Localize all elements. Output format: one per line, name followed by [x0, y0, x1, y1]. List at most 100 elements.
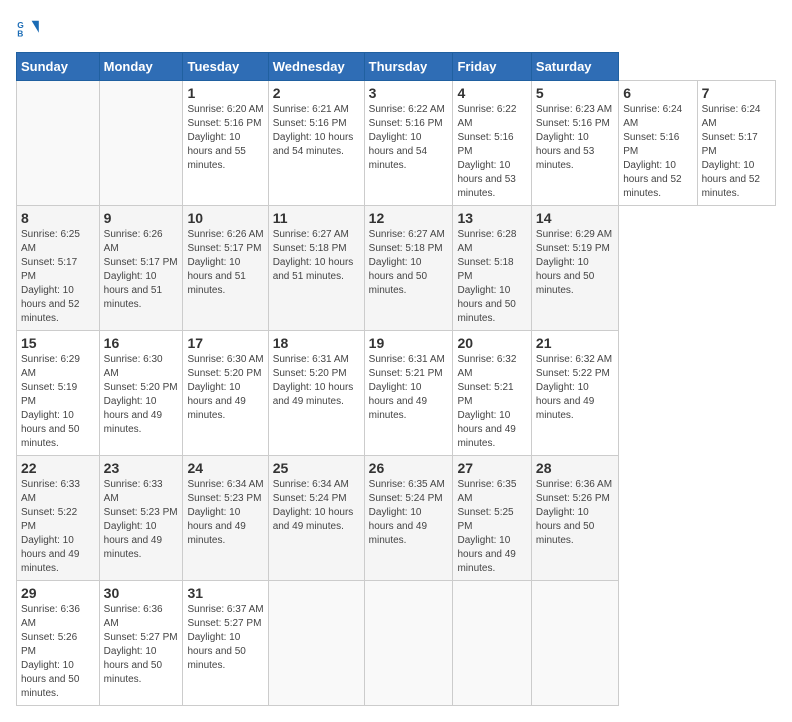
day-number: 10	[187, 210, 263, 226]
day-number: 9	[104, 210, 179, 226]
day-number: 3	[369, 85, 449, 101]
day-number: 4	[457, 85, 526, 101]
day-info: Sunrise: 6:35 AM Sunset: 5:24 PM Dayligh…	[369, 478, 449, 548]
day-number: 26	[369, 460, 449, 476]
week-row-1: 1 Sunrise: 6:20 AM Sunset: 5:16 PM Dayli…	[17, 81, 776, 206]
day-info: Sunrise: 6:23 AM Sunset: 5:16 PM Dayligh…	[536, 103, 614, 173]
header-cell-thursday: Thursday	[364, 53, 453, 81]
day-number: 11	[273, 210, 360, 226]
day-number: 17	[187, 335, 263, 351]
day-info: Sunrise: 6:31 AM Sunset: 5:21 PM Dayligh…	[369, 353, 449, 423]
calendar-cell: 21 Sunrise: 6:32 AM Sunset: 5:22 PM Dayl…	[531, 331, 618, 456]
day-info: Sunrise: 6:25 AM Sunset: 5:17 PM Dayligh…	[21, 228, 95, 326]
calendar-cell: 27 Sunrise: 6:35 AM Sunset: 5:25 PM Dayl…	[453, 456, 531, 581]
day-number: 24	[187, 460, 263, 476]
header-cell-friday: Friday	[453, 53, 531, 81]
day-number: 2	[273, 85, 360, 101]
calendar-cell	[17, 81, 100, 206]
header-cell-monday: Monday	[99, 53, 183, 81]
calendar-cell: 24 Sunrise: 6:34 AM Sunset: 5:23 PM Dayl…	[183, 456, 268, 581]
day-number: 1	[187, 85, 263, 101]
day-number: 20	[457, 335, 526, 351]
calendar-cell: 15 Sunrise: 6:29 AM Sunset: 5:19 PM Dayl…	[17, 331, 100, 456]
calendar-cell: 18 Sunrise: 6:31 AM Sunset: 5:20 PM Dayl…	[268, 331, 364, 456]
calendar-cell: 31 Sunrise: 6:37 AM Sunset: 5:27 PM Dayl…	[183, 581, 268, 706]
day-number: 12	[369, 210, 449, 226]
calendar-cell: 9 Sunrise: 6:26 AM Sunset: 5:17 PM Dayli…	[99, 206, 183, 331]
calendar-cell: 13 Sunrise: 6:28 AM Sunset: 5:18 PM Dayl…	[453, 206, 531, 331]
calendar-cell: 3 Sunrise: 6:22 AM Sunset: 5:16 PM Dayli…	[364, 81, 453, 206]
calendar-cell: 8 Sunrise: 6:25 AM Sunset: 5:17 PM Dayli…	[17, 206, 100, 331]
page-header: G B	[16, 16, 776, 40]
calendar-cell: 25 Sunrise: 6:34 AM Sunset: 5:24 PM Dayl…	[268, 456, 364, 581]
day-info: Sunrise: 6:30 AM Sunset: 5:20 PM Dayligh…	[104, 353, 179, 437]
day-number: 28	[536, 460, 614, 476]
week-row-3: 15 Sunrise: 6:29 AM Sunset: 5:19 PM Dayl…	[17, 331, 776, 456]
day-info: Sunrise: 6:33 AM Sunset: 5:23 PM Dayligh…	[104, 478, 179, 562]
day-info: Sunrise: 6:33 AM Sunset: 5:22 PM Dayligh…	[21, 478, 95, 576]
calendar-cell: 19 Sunrise: 6:31 AM Sunset: 5:21 PM Dayl…	[364, 331, 453, 456]
day-number: 14	[536, 210, 614, 226]
day-number: 7	[702, 85, 771, 101]
day-info: Sunrise: 6:36 AM Sunset: 5:26 PM Dayligh…	[536, 478, 614, 548]
day-number: 29	[21, 585, 95, 601]
calendar-cell: 11 Sunrise: 6:27 AM Sunset: 5:18 PM Dayl…	[268, 206, 364, 331]
header-cell-wednesday: Wednesday	[268, 53, 364, 81]
calendar-cell: 4 Sunrise: 6:22 AM Sunset: 5:16 PM Dayli…	[453, 81, 531, 206]
day-info: Sunrise: 6:29 AM Sunset: 5:19 PM Dayligh…	[536, 228, 614, 298]
day-info: Sunrise: 6:27 AM Sunset: 5:18 PM Dayligh…	[273, 228, 360, 284]
svg-text:B: B	[17, 28, 23, 38]
day-info: Sunrise: 6:35 AM Sunset: 5:25 PM Dayligh…	[457, 478, 526, 576]
day-info: Sunrise: 6:37 AM Sunset: 5:27 PM Dayligh…	[187, 603, 263, 673]
day-info: Sunrise: 6:29 AM Sunset: 5:19 PM Dayligh…	[21, 353, 95, 451]
day-number: 27	[457, 460, 526, 476]
day-number: 21	[536, 335, 614, 351]
day-number: 25	[273, 460, 360, 476]
calendar-cell	[99, 81, 183, 206]
calendar-cell: 14 Sunrise: 6:29 AM Sunset: 5:19 PM Dayl…	[531, 206, 618, 331]
calendar-cell: 29 Sunrise: 6:36 AM Sunset: 5:26 PM Dayl…	[17, 581, 100, 706]
week-row-4: 22 Sunrise: 6:33 AM Sunset: 5:22 PM Dayl…	[17, 456, 776, 581]
day-number: 23	[104, 460, 179, 476]
logo-icon: G B	[16, 16, 40, 40]
day-number: 18	[273, 335, 360, 351]
day-info: Sunrise: 6:24 AM Sunset: 5:17 PM Dayligh…	[702, 103, 771, 201]
week-row-2: 8 Sunrise: 6:25 AM Sunset: 5:17 PM Dayli…	[17, 206, 776, 331]
day-number: 15	[21, 335, 95, 351]
calendar-cell: 30 Sunrise: 6:36 AM Sunset: 5:27 PM Dayl…	[99, 581, 183, 706]
calendar-cell: 1 Sunrise: 6:20 AM Sunset: 5:16 PM Dayli…	[183, 81, 268, 206]
day-info: Sunrise: 6:28 AM Sunset: 5:18 PM Dayligh…	[457, 228, 526, 326]
calendar-cell: 12 Sunrise: 6:27 AM Sunset: 5:18 PM Dayl…	[364, 206, 453, 331]
day-info: Sunrise: 6:24 AM Sunset: 5:16 PM Dayligh…	[623, 103, 692, 201]
day-info: Sunrise: 6:20 AM Sunset: 5:16 PM Dayligh…	[187, 103, 263, 173]
calendar-cell	[453, 581, 531, 706]
day-number: 22	[21, 460, 95, 476]
day-info: Sunrise: 6:22 AM Sunset: 5:16 PM Dayligh…	[457, 103, 526, 201]
calendar-cell: 26 Sunrise: 6:35 AM Sunset: 5:24 PM Dayl…	[364, 456, 453, 581]
calendar-cell: 10 Sunrise: 6:26 AM Sunset: 5:17 PM Dayl…	[183, 206, 268, 331]
calendar-cell: 23 Sunrise: 6:33 AM Sunset: 5:23 PM Dayl…	[99, 456, 183, 581]
logo: G B	[16, 16, 44, 40]
day-info: Sunrise: 6:32 AM Sunset: 5:21 PM Dayligh…	[457, 353, 526, 451]
day-info: Sunrise: 6:36 AM Sunset: 5:26 PM Dayligh…	[21, 603, 95, 701]
day-info: Sunrise: 6:31 AM Sunset: 5:20 PM Dayligh…	[273, 353, 360, 409]
day-number: 19	[369, 335, 449, 351]
header-cell-sunday: Sunday	[17, 53, 100, 81]
calendar-cell: 16 Sunrise: 6:30 AM Sunset: 5:20 PM Dayl…	[99, 331, 183, 456]
calendar-cell: 7 Sunrise: 6:24 AM Sunset: 5:17 PM Dayli…	[697, 81, 775, 206]
calendar-cell: 20 Sunrise: 6:32 AM Sunset: 5:21 PM Dayl…	[453, 331, 531, 456]
calendar-cell	[531, 581, 618, 706]
calendar-cell: 17 Sunrise: 6:30 AM Sunset: 5:20 PM Dayl…	[183, 331, 268, 456]
calendar-cell	[364, 581, 453, 706]
day-number: 8	[21, 210, 95, 226]
calendar-cell: 6 Sunrise: 6:24 AM Sunset: 5:16 PM Dayli…	[619, 81, 697, 206]
day-info: Sunrise: 6:34 AM Sunset: 5:23 PM Dayligh…	[187, 478, 263, 548]
calendar-cell: 2 Sunrise: 6:21 AM Sunset: 5:16 PM Dayli…	[268, 81, 364, 206]
day-info: Sunrise: 6:26 AM Sunset: 5:17 PM Dayligh…	[104, 228, 179, 312]
day-number: 31	[187, 585, 263, 601]
calendar-cell: 5 Sunrise: 6:23 AM Sunset: 5:16 PM Dayli…	[531, 81, 618, 206]
header-cell-tuesday: Tuesday	[183, 53, 268, 81]
calendar-cell: 28 Sunrise: 6:36 AM Sunset: 5:26 PM Dayl…	[531, 456, 618, 581]
day-info: Sunrise: 6:36 AM Sunset: 5:27 PM Dayligh…	[104, 603, 179, 687]
calendar-table: SundayMondayTuesdayWednesdayThursdayFrid…	[16, 52, 776, 706]
